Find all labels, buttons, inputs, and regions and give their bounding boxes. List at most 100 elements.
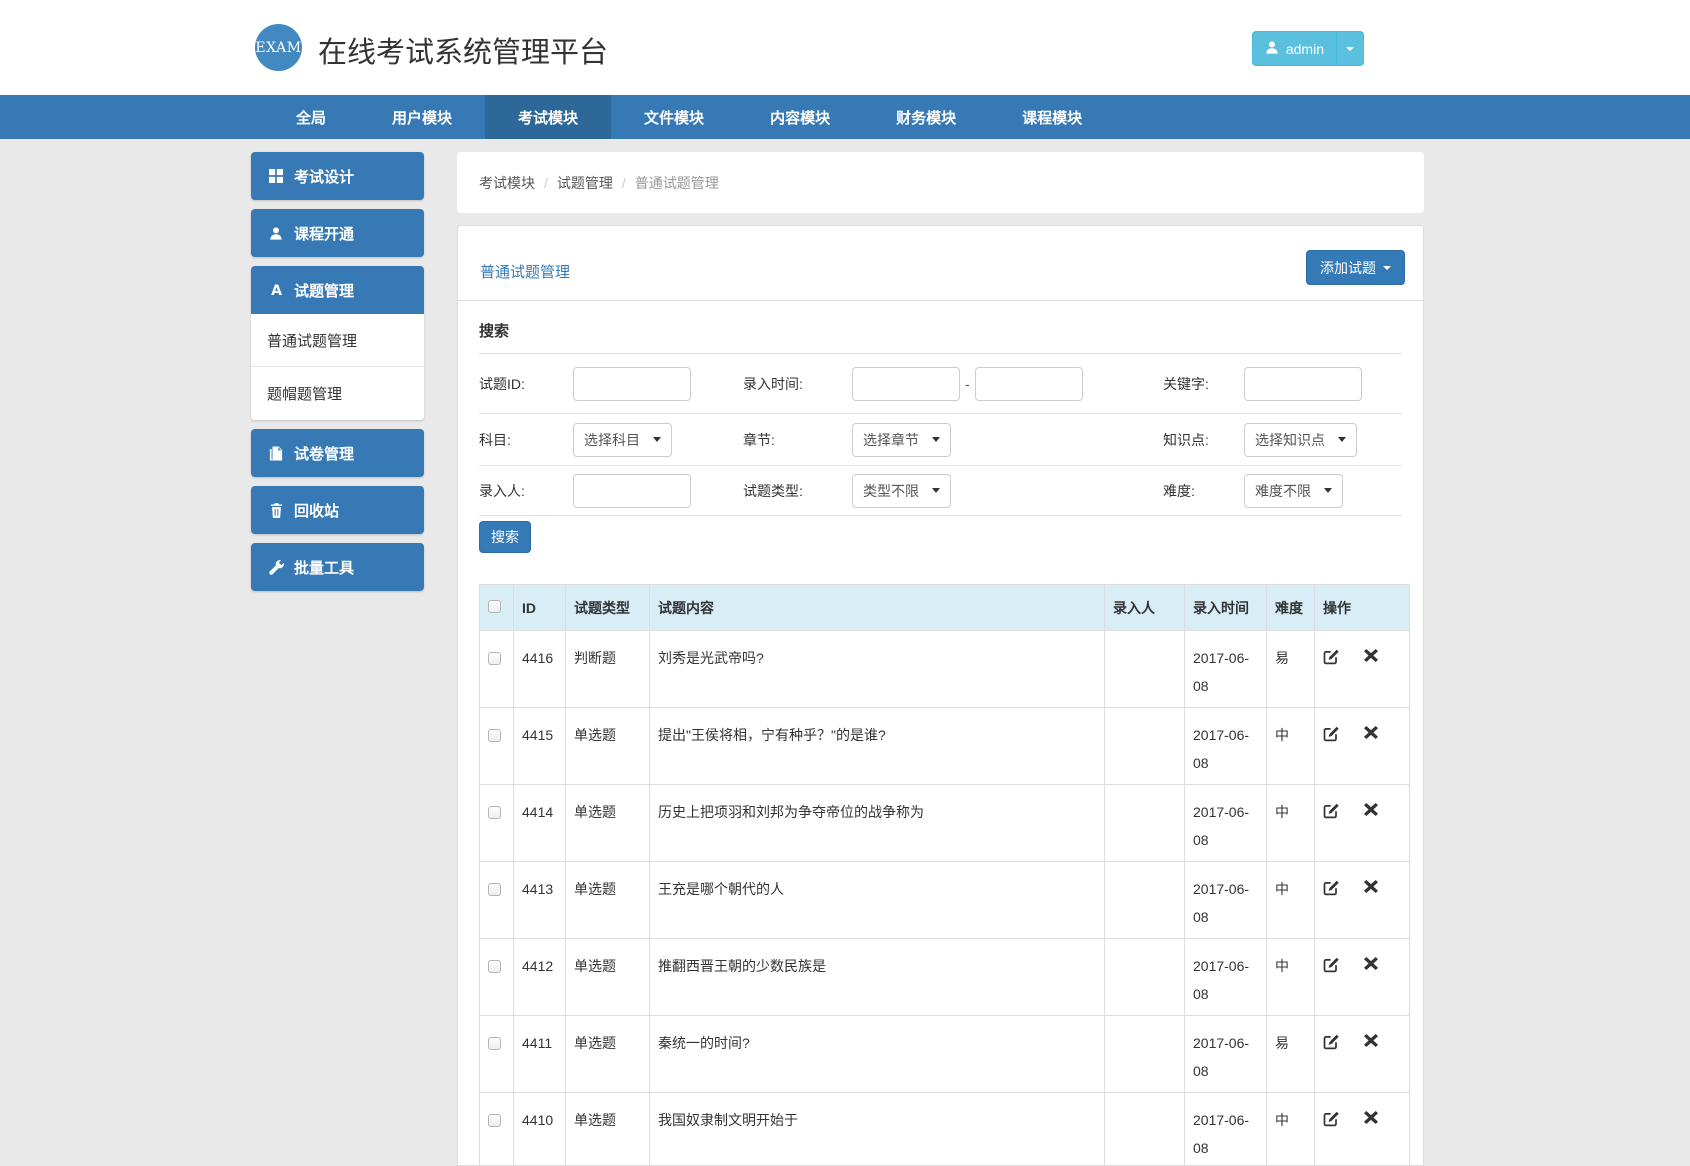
breadcrumb-item[interactable]: 考试模块 [479,173,535,193]
nav-item[interactable]: 文件模块 [611,95,737,139]
entry-date-value: 2017-06-08 [1193,1029,1264,1085]
difficulty-select[interactable]: 难度不限 [1244,474,1343,508]
nav-item[interactable]: 全局 [263,95,359,139]
row-checkbox[interactable] [488,652,501,665]
edit-button[interactable] [1323,957,1340,973]
delete-button[interactable] [1364,957,1378,970]
cell-difficulty: 易 [1267,1016,1315,1093]
sidebar-submenu-item[interactable]: 普通试题管理 [251,314,424,367]
nav-item[interactable]: 内容模块 [737,95,863,139]
chapter-select[interactable]: 选择章节 [852,423,951,457]
search-row-2: 科目: 选择科目 章节: 选择章节 知识点: [479,414,1402,466]
edit-icon [1323,803,1340,819]
user-menu-group: admin [1252,31,1364,66]
edit-button[interactable] [1323,1111,1340,1127]
col-type: 试题类型 [566,585,650,631]
nav-item[interactable]: 课程模块 [989,95,1115,139]
cell-entry-date: 2017-06-08 [1185,708,1267,785]
row-checkbox[interactable] [488,1037,501,1050]
difficulty-select-value: 难度不限 [1255,481,1311,501]
entry-date-value: 2017-06-08 [1193,1106,1264,1162]
user-name: admin [1286,41,1324,57]
sidebar-item[interactable]: 回收站 [251,486,424,534]
row-checkbox[interactable] [488,729,501,742]
edit-button[interactable] [1323,726,1340,742]
sidebar-submenu-item[interactable]: 题帽题管理 [251,367,424,420]
edit-button[interactable] [1323,803,1340,819]
edit-button[interactable] [1323,1034,1340,1050]
edit-icon [1323,1034,1340,1050]
delete-button[interactable] [1364,1034,1378,1047]
cell-id: 4414 [514,785,566,862]
subject-select[interactable]: 选择科目 [573,423,672,457]
select-all-checkbox[interactable] [488,600,501,613]
cell-id: 4411 [514,1016,566,1093]
grid-icon [268,169,284,183]
sidebar-item-question-management[interactable]: A 试题管理 [251,266,424,314]
edit-button[interactable] [1323,649,1340,665]
sidebar-item[interactable]: 课程开通 [251,209,424,257]
table-row: 4411 单选题 秦统一的时间? 2017-06-08 易 [480,1016,1410,1093]
add-question-button-label: 添加试题 [1320,258,1376,278]
sidebar-item-label: 课程开通 [294,223,354,244]
row-checkbox[interactable] [488,1114,501,1127]
row-checkbox[interactable] [488,806,501,819]
cell-entry-date: 2017-06-08 [1185,631,1267,708]
user-dropdown-toggle[interactable] [1337,31,1364,66]
row-checkbox[interactable] [488,883,501,896]
add-question-button[interactable]: 添加试题 [1306,250,1405,285]
breadcrumb-item[interactable]: 试题管理 [557,173,613,193]
search-button[interactable]: 搜索 [479,521,531,553]
cell-content: 王充是哪个朝代的人 [650,862,1105,939]
cell-creator [1105,785,1185,862]
sidebar-item[interactable]: 试卷管理 [251,429,424,477]
sidebar-top-items: 考试设计 课程开通 [251,152,424,257]
nav-item[interactable]: 考试模块 [485,95,611,139]
date-range-separator: - [965,376,970,392]
wrench-icon [268,560,284,575]
cell-actions [1315,1016,1410,1093]
question-type-label: 试题类型: [743,481,852,501]
knowledge-label: 知识点: [1163,430,1244,450]
creator-input[interactable] [573,474,691,508]
difficulty-label: 难度: [1163,481,1244,501]
entry-time-to-input[interactable] [975,367,1083,401]
edit-icon [1323,1111,1340,1127]
field-knowledge: 知识点: 选择知识点 [1163,414,1357,465]
question-type-select[interactable]: 类型不限 [852,474,951,508]
keyword-input[interactable] [1244,367,1362,401]
edit-icon [1323,880,1340,896]
delete-button[interactable] [1364,649,1378,662]
sidebar-item[interactable]: 批量工具 [251,543,424,591]
cell-creator [1105,1016,1185,1093]
row-checkbox[interactable] [488,960,501,973]
cell-content: 刘秀是光武帝吗? [650,631,1105,708]
cell-creator [1105,939,1185,1016]
chevron-down-icon [1346,47,1354,51]
chevron-down-icon [1383,266,1391,270]
cell-actions [1315,1093,1410,1166]
select-arrow-icon [653,437,661,442]
question-id-input[interactable] [573,367,691,401]
delete-button[interactable] [1364,1111,1378,1124]
select-arrow-icon [932,488,940,493]
nav-item-label: 用户模块 [392,107,452,128]
entry-time-from-input[interactable] [852,367,960,401]
user-button[interactable]: admin [1252,31,1337,66]
delete-button[interactable] [1364,726,1378,739]
table-row: 4416 判断题 刘秀是光武帝吗? 2017-06-08 易 [480,631,1410,708]
sidebar-item-label: 批量工具 [294,557,354,578]
edit-button[interactable] [1323,880,1340,896]
delete-button[interactable] [1364,880,1378,893]
tab-common-question-management[interactable]: 普通试题管理 [480,261,570,282]
trash-icon [268,503,284,518]
knowledge-select[interactable]: 选择知识点 [1244,423,1357,457]
sidebar-item[interactable]: 考试设计 [251,152,424,200]
nav-item[interactable]: 用户模块 [359,95,485,139]
cell-id: 4412 [514,939,566,1016]
delete-icon [1364,1034,1378,1047]
nav-item[interactable]: 财务模块 [863,95,989,139]
entry-date-value: 2017-06-08 [1193,721,1264,777]
delete-button[interactable] [1364,803,1378,816]
sidebar-item-label: 考试设计 [294,166,354,187]
